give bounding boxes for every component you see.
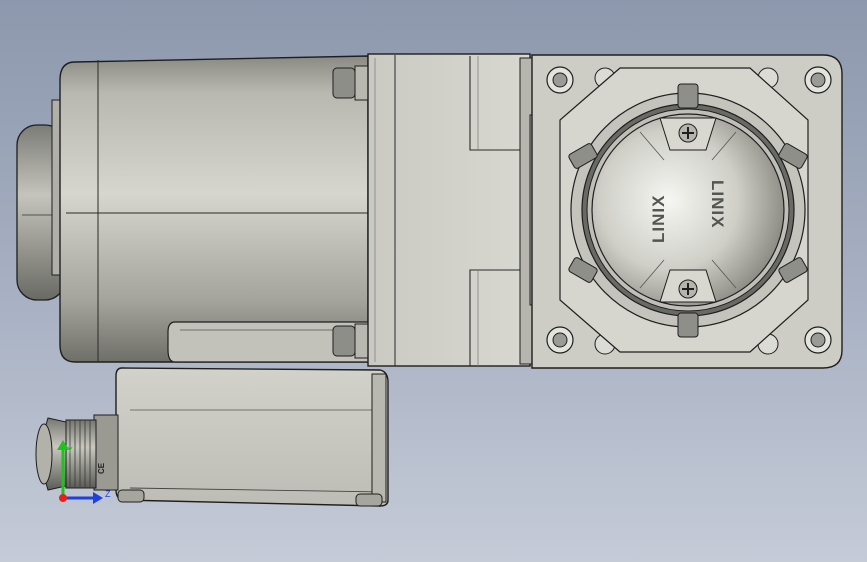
cad-viewport[interactable]: LINIX LINIX CE Y Z: [0, 0, 867, 562]
flange-mount-hole-tl: [546, 66, 574, 94]
cap-screw-bottom: [678, 279, 698, 299]
motor-bolt-bottom: [332, 323, 370, 359]
brand-embossing-right: LINIX: [708, 180, 727, 228]
ce-mark: CE: [97, 462, 106, 474]
flange-mount-hole-tr: [804, 66, 832, 94]
cad-model-view[interactable]: LINIX LINIX CE Y Z: [0, 0, 867, 562]
brand-embossing-left: LINIX: [649, 195, 668, 243]
rear-end-cap[interactable]: [16, 99, 67, 301]
triad-z-label: Z: [105, 489, 111, 499]
gearbox-housing[interactable]: [367, 53, 553, 367]
x-axis-point: [59, 494, 67, 502]
flange-mount-hole-br: [804, 326, 832, 354]
motor-housing[interactable]: [59, 55, 381, 363]
triad-y-label: Y: [67, 445, 73, 455]
output-flange[interactable]: LINIX LINIX: [531, 54, 843, 369]
terminal-box[interactable]: [115, 367, 389, 507]
cable-gland[interactable]: CE: [35, 414, 119, 491]
motor-bolt-top: [332, 65, 370, 101]
flange-mount-hole-bl: [546, 326, 574, 354]
cap-screw-top: [678, 123, 698, 143]
